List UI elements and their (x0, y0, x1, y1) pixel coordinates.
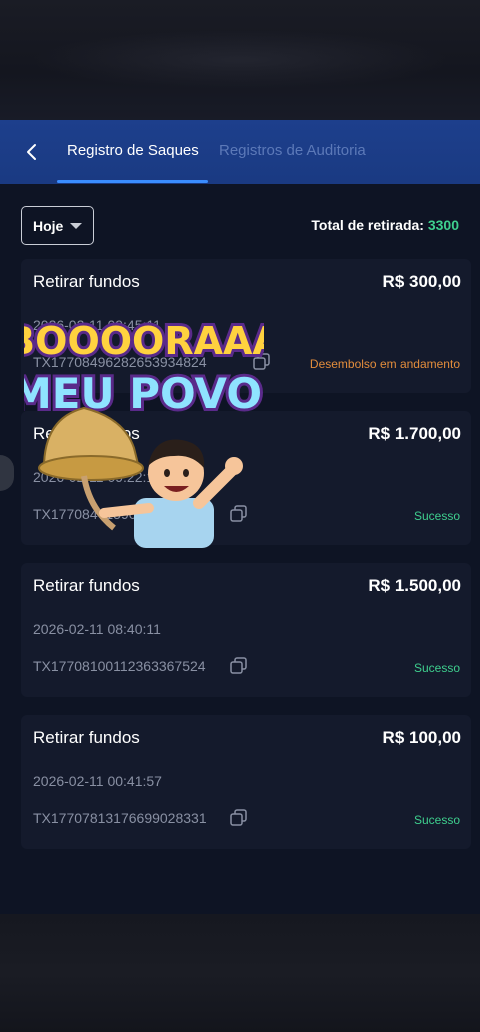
status-badge: Sucesso (413, 813, 460, 827)
back-button[interactable] (18, 138, 46, 166)
date-filter-dropdown[interactable]: Hoje (21, 206, 94, 245)
status-badge: Sucesso (413, 661, 460, 675)
record-amount: R$ 300,00 (382, 272, 461, 291)
tab-registros-de-auditoria[interactable]: Registros de Auditoria (219, 142, 366, 159)
blurred-top-area (0, 0, 480, 120)
record-title: Retirar fundos (33, 576, 140, 595)
date-filter-value: Hoje (33, 217, 64, 234)
status-badge: Sucesso (413, 509, 460, 523)
status-badge: Desembolso em andamento (309, 357, 460, 371)
chevron-left-icon (27, 144, 36, 160)
total-withdrawal: Total de retirada: 3300 (311, 217, 459, 233)
record-amount: R$ 100,00 (382, 728, 461, 747)
celebration-sticker: BOOOORAAA MEU POVO (24, 316, 264, 548)
active-tab-indicator (57, 180, 208, 183)
record-amount: R$ 1.700,00 (368, 424, 461, 443)
blurred-bottom-area (0, 914, 480, 1032)
list-item: Retirar fundos R$ 100,00 2026-02-11 00:4… (21, 715, 471, 849)
sticker-text-line-1: BOOOORAAA (24, 319, 264, 363)
tab-registro-de-saques[interactable]: Registro de Saques (67, 142, 199, 159)
record-title: Retirar fundos (33, 272, 140, 291)
record-date: 2026-02-11 00:41:57 (33, 773, 162, 789)
record-transaction-id: TX17707813176699028331 (33, 810, 207, 826)
app-header: Registro de Saques Registros de Auditori… (0, 120, 480, 184)
copy-icon[interactable] (230, 657, 248, 675)
total-value: 3300 (427, 217, 459, 233)
caret-down-icon (70, 223, 82, 229)
total-label: Total de retirada: (311, 217, 428, 233)
sticker-text-line-2: MEU POVO (24, 369, 262, 418)
record-title: Retirar fundos (33, 728, 140, 747)
record-amount: R$ 1.500,00 (368, 576, 461, 595)
copy-icon[interactable] (230, 809, 248, 827)
record-transaction-id: TX17708100112363367524 (33, 658, 206, 674)
list-item: Retirar fundos R$ 1.500,00 2026-02-11 08… (21, 563, 471, 697)
record-date: 2026-02-11 08:40:11 (33, 621, 161, 637)
